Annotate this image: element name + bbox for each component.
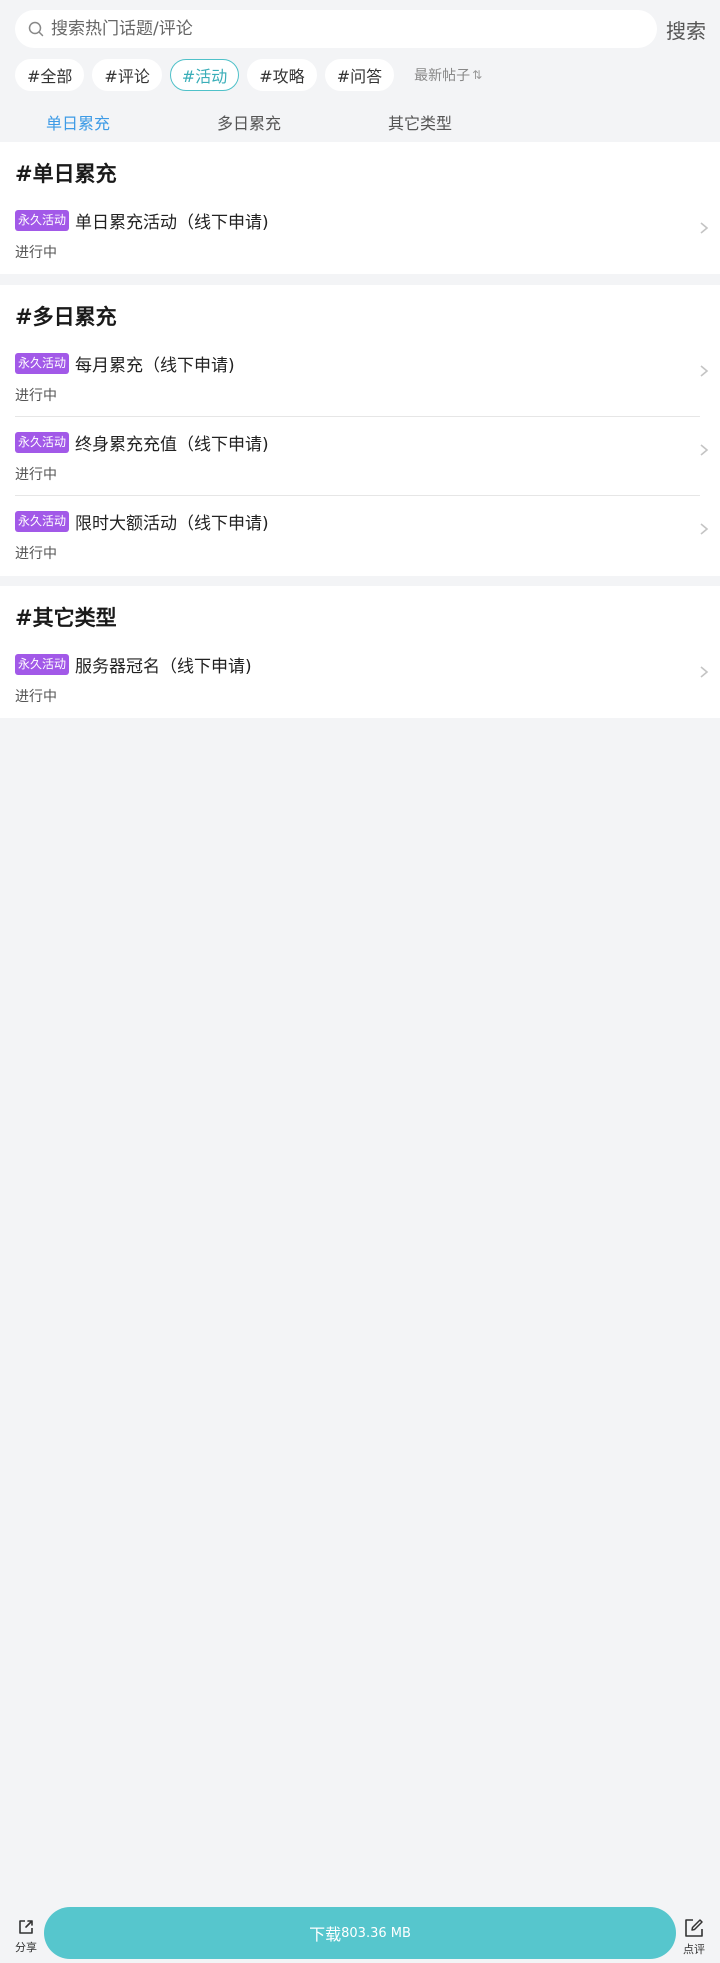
page: 搜索 #全部 #评论 #活动 #攻略 #问答 最新帖子 ⇅ 单日累充 多日累充 … [0, 0, 720, 1963]
search-icon [27, 20, 45, 38]
item-title: 终身累充充值（线下申请) [75, 435, 269, 455]
download-size: 803.36 MB [341, 1925, 411, 1941]
search-row: 搜索 [0, 0, 720, 58]
tag-guide[interactable]: #攻略 [247, 59, 317, 91]
section-title: #多日累充 [15, 305, 117, 329]
item-title: 每月累充（线下申请) [75, 356, 235, 376]
chevron-right-icon [700, 222, 709, 234]
chevron-right-icon [700, 666, 709, 678]
item-status: 进行中 [15, 546, 57, 562]
section-title: #其它类型 [15, 606, 117, 630]
search-box[interactable] [15, 10, 657, 48]
tag-comment[interactable]: #评论 [92, 59, 162, 91]
sort-button[interactable]: 最新帖子 ⇅ [414, 65, 482, 85]
search-button[interactable]: 搜索 [666, 15, 706, 44]
item-title: 服务器冠名（线下申请) [75, 657, 252, 677]
status-badge: 永久活动 [15, 654, 70, 675]
share-icon [19, 1920, 33, 1934]
status-badge: 永久活动 [15, 353, 70, 374]
sort-label: 最新帖子 [414, 68, 471, 84]
search-input[interactable] [51, 19, 611, 39]
chevron-right-icon [700, 523, 709, 535]
item-status: 进行中 [15, 467, 57, 483]
share-label: 分享 [15, 1941, 37, 1954]
item-title: 单日累充活动（线下申请) [75, 213, 269, 233]
section-title: #单日累充 [15, 162, 117, 186]
tab-other-types[interactable]: 其它类型 [388, 110, 452, 134]
item-status: 进行中 [15, 388, 57, 404]
list-item[interactable]: 永久活动 单日累充活动（线下申请) 进行中 [15, 195, 709, 274]
edit-icon [685, 1919, 703, 1937]
status-badge: 永久活动 [15, 432, 70, 453]
sub-tabs: 单日累充 多日累充 其它类型 [0, 100, 720, 140]
status-badge: 永久活动 [15, 210, 70, 231]
chevron-right-icon [700, 365, 709, 377]
list-item[interactable]: 永久活动 终身累充充值（线下申请) 进行中 [15, 417, 709, 496]
section-other-types: #其它类型 永久活动 服务器冠名（线下申请) 进行中 [0, 586, 720, 718]
item-status: 进行中 [15, 689, 57, 705]
list-item[interactable]: 永久活动 每月累充（线下申请) 进行中 [15, 338, 709, 417]
review-label: 点评 [683, 1943, 705, 1956]
review-button[interactable]: 点评 [674, 1917, 714, 1957]
tab-single-day[interactable]: 单日累充 [46, 110, 110, 134]
tag-qa[interactable]: #问答 [324, 59, 395, 91]
item-title: 限时大额活动（线下申请) [75, 514, 269, 534]
download-button[interactable]: 下载 803.36 MB [44, 1907, 676, 1959]
tab-multi-day[interactable]: 多日累充 [217, 110, 281, 134]
list-item[interactable]: 永久活动 限时大额活动（线下申请) 进行中 [15, 496, 709, 575]
item-status: 进行中 [15, 245, 57, 261]
tag-filter-row: #全部 #评论 #活动 #攻略 #问答 最新帖子 ⇅ [15, 58, 482, 92]
tag-all[interactable]: #全部 [15, 59, 85, 91]
share-button[interactable]: 分享 [6, 1917, 46, 1955]
list-item[interactable]: 永久活动 服务器冠名（线下申请) 进行中 [15, 639, 709, 718]
section-multi-day: #多日累充 永久活动 每月累充（线下申请) 进行中 永久活动 终身累充充值（线下… [0, 285, 720, 576]
status-badge: 永久活动 [15, 511, 70, 532]
sort-arrows-icon: ⇅ [472, 68, 483, 82]
chevron-right-icon [700, 444, 709, 456]
tag-activity[interactable]: #活动 [169, 59, 240, 91]
bottom-bar: 分享 下载 803.36 MB 点评 [0, 1903, 720, 1963]
section-single-day: #单日累充 永久活动 单日累充活动（线下申请) 进行中 [0, 142, 720, 274]
download-label: 下载 [309, 1925, 342, 1944]
